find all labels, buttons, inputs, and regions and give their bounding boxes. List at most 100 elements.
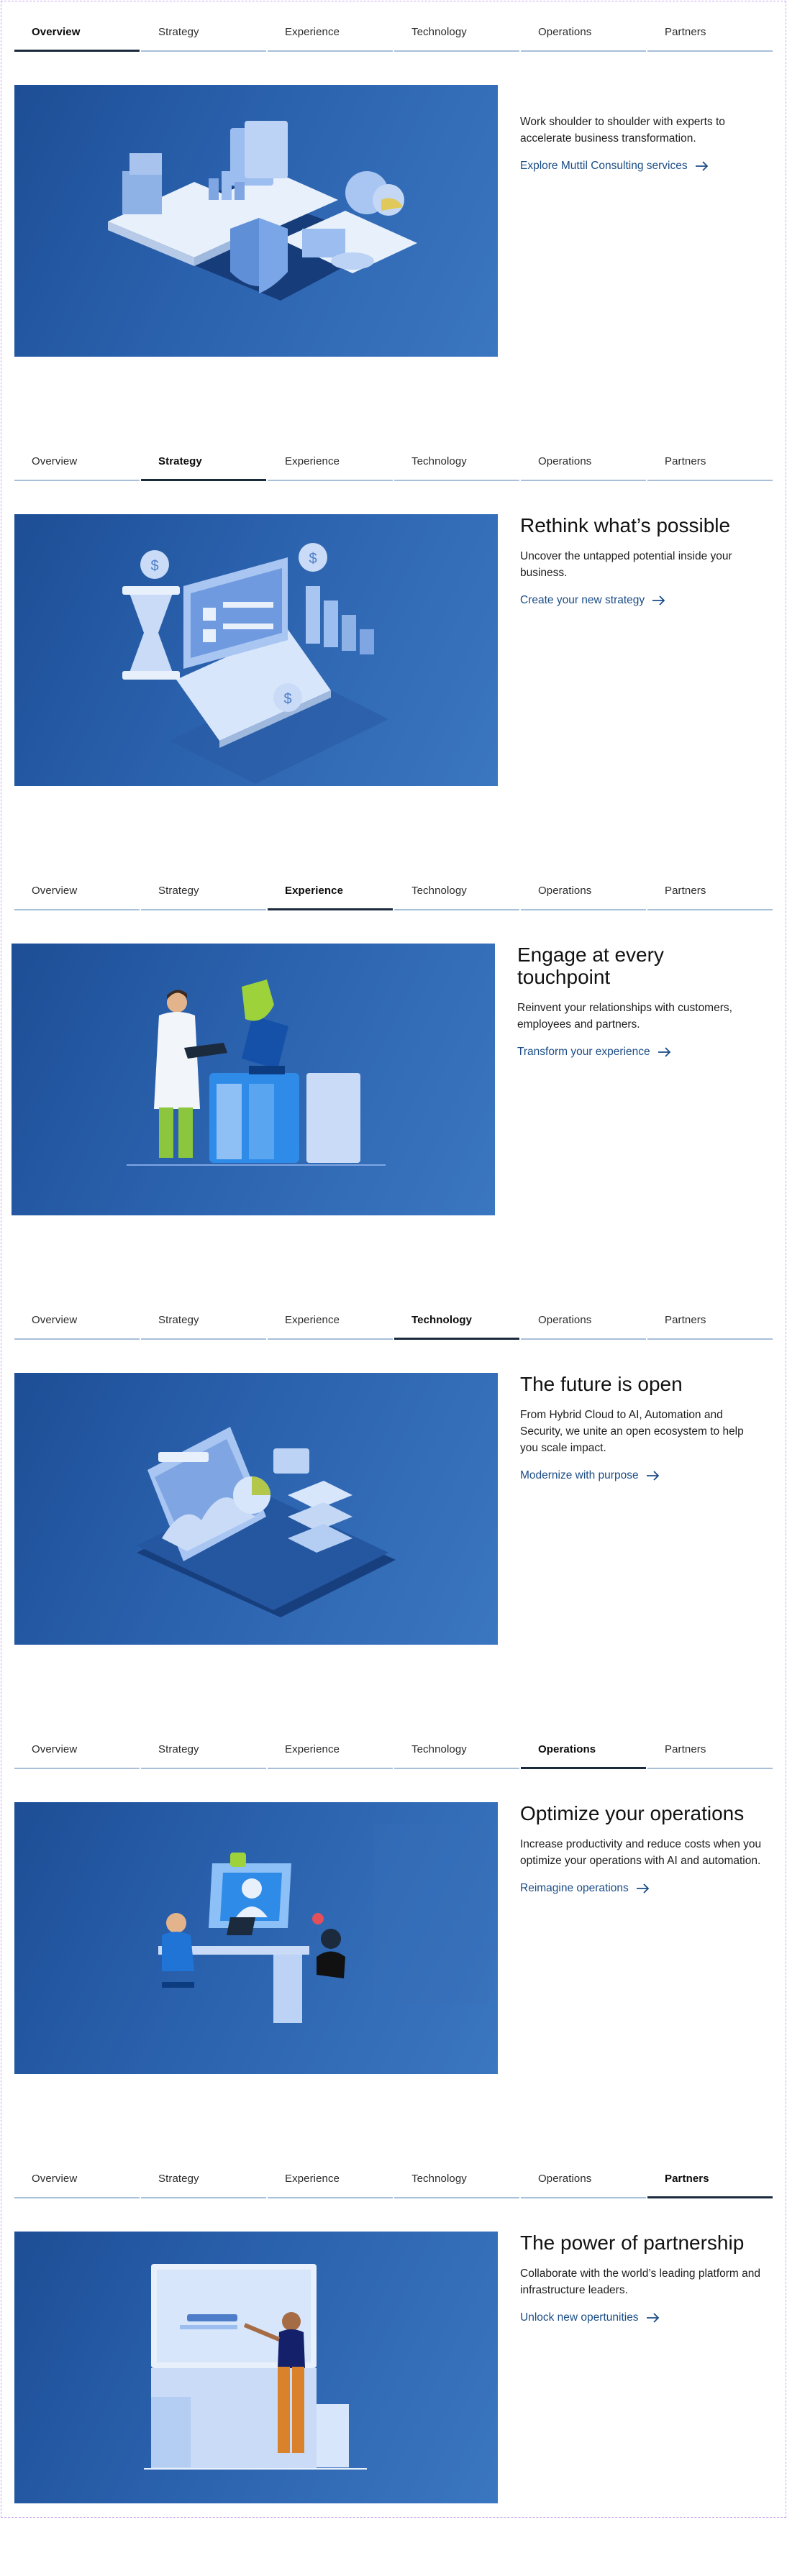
hero-illustration [14, 2232, 498, 2503]
tab-technology[interactable]: Technology [394, 880, 519, 910]
link-label: Unlock new opertunities [520, 2311, 639, 2324]
tab-bar: Overview Strategy Experience Technology … [14, 1310, 773, 1340]
tab-bar: Overview Strategy Experience Technology … [14, 880, 773, 910]
tab-label: Technology [411, 1314, 473, 1326]
tab-technology[interactable]: Technology [394, 22, 519, 52]
tab-technology[interactable]: Technology [394, 1739, 519, 1769]
hero-illustration [14, 85, 498, 357]
section-copy: Work shoulder to shoulder with experts t… [520, 85, 765, 173]
tab-label: Operations [538, 1743, 596, 1755]
section-title: The future is open [520, 1373, 683, 1395]
tab-overview[interactable]: Overview [14, 22, 140, 52]
section-copy: Rethink what’s possible Uncover the unta… [520, 514, 765, 607]
link-label: Reimagine operations [520, 1882, 629, 1894]
tab-partners[interactable]: Partners [647, 1310, 773, 1340]
tab-overview[interactable]: Overview [14, 451, 140, 481]
section-body: Work shoulder to shoulder with experts t… [520, 116, 725, 145]
section-body: From Hybrid Cloud to AI, Automation and … [520, 1409, 744, 1454]
arrow-right-icon [646, 2313, 659, 2323]
hero-illustration: $ $ $ [14, 514, 498, 786]
tab-operations[interactable]: Operations [521, 2168, 646, 2198]
tab-label: Partners [665, 2173, 709, 2185]
tab-partners[interactable]: Partners [647, 2168, 773, 2198]
section-experience: Overview Strategy Experience Technology … [0, 859, 787, 1288]
tab-operations[interactable]: Operations [521, 451, 646, 481]
tab-strategy[interactable]: Strategy [141, 22, 266, 52]
tab-strategy[interactable]: Strategy [141, 451, 266, 481]
tab-strategy[interactable]: Strategy [141, 2168, 266, 2198]
tab-experience[interactable]: Experience [268, 1310, 393, 1340]
tab-label: Operations [538, 885, 592, 897]
tab-overview[interactable]: Overview [14, 1310, 140, 1340]
tab-label: Technology [411, 1743, 467, 1755]
link-label: Explore Muttil Consulting services [520, 160, 688, 172]
tab-label: Strategy [158, 26, 199, 38]
explore-services-link[interactable]: Explore Muttil Consulting services [520, 160, 709, 173]
reimagine-operations-link[interactable]: Reimagine operations [520, 1882, 650, 1895]
tab-partners[interactable]: Partners [647, 22, 773, 52]
tab-label: Partners [665, 885, 706, 897]
section-body: Reinvent your relationships with custome… [517, 1002, 732, 1031]
tab-label: Operations [538, 455, 592, 467]
section-copy: The future is open From Hybrid Cloud to … [520, 1373, 765, 1482]
operations-illustration [158, 1824, 489, 2023]
section-title: The power of partnership [520, 2232, 745, 2254]
tab-label: Strategy [158, 2173, 199, 2185]
tab-partners[interactable]: Partners [647, 451, 773, 481]
tab-operations[interactable]: Operations [521, 22, 646, 52]
section-copy: Optimize your operations Increase produc… [520, 1802, 765, 1895]
tab-technology[interactable]: Technology [394, 1310, 519, 1340]
tab-overview[interactable]: Overview [14, 2168, 140, 2198]
tab-strategy[interactable]: Strategy [141, 1310, 266, 1340]
section-body: Uncover the untapped potential inside yo… [520, 550, 732, 579]
tab-overview[interactable]: Overview [14, 1739, 140, 1769]
tab-label: Partners [665, 455, 706, 467]
tab-label: Overview [32, 26, 81, 38]
tab-label: Overview [32, 2173, 78, 2185]
section-partners: Overview Strategy Experience Technology … [0, 2147, 787, 2576]
section-overview: Overview Strategy Experience Technology … [0, 0, 787, 429]
arrow-right-icon [646, 1471, 659, 1481]
tab-experience[interactable]: Experience [268, 451, 393, 481]
tab-label: Technology [411, 2173, 467, 2185]
section-title: Optimize your operations [520, 1802, 745, 1824]
tab-strategy[interactable]: Strategy [141, 1739, 266, 1769]
arrow-right-icon [695, 161, 708, 171]
svg-text:$: $ [283, 691, 291, 707]
tab-bar: Overview Strategy Experience Technology … [14, 1739, 773, 1769]
tab-label: Strategy [158, 455, 202, 467]
link-label: Create your new strategy [520, 594, 645, 606]
tab-technology[interactable]: Technology [394, 451, 519, 481]
data-platform-illustration [108, 121, 417, 301]
tab-label: Strategy [158, 1743, 199, 1755]
tab-label: Experience [285, 26, 340, 38]
section-body: Increase productivity and reduce costs w… [520, 1838, 762, 1867]
link-label: Modernize with purpose [520, 1469, 639, 1481]
tab-strategy[interactable]: Strategy [141, 880, 266, 910]
tab-experience[interactable]: Experience [268, 880, 393, 910]
tab-label: Strategy [158, 1314, 199, 1326]
tab-operations[interactable]: Operations [521, 1739, 646, 1769]
unlock-opportunities-link[interactable]: Unlock new opertunities [520, 2311, 660, 2324]
tab-experience[interactable]: Experience [268, 1739, 393, 1769]
section-operations: Overview Strategy Experience Technology … [0, 1717, 787, 2147]
hero-illustration [14, 1802, 498, 2074]
tab-overview[interactable]: Overview [14, 880, 140, 910]
tab-label: Partners [665, 1314, 706, 1326]
tab-experience[interactable]: Experience [268, 2168, 393, 2198]
tab-label: Operations [538, 1314, 592, 1326]
tab-operations[interactable]: Operations [521, 880, 646, 910]
tab-label: Overview [32, 1314, 78, 1326]
tab-operations[interactable]: Operations [521, 1310, 646, 1340]
tab-label: Strategy [158, 885, 199, 897]
tab-experience[interactable]: Experience [268, 22, 393, 52]
hero-illustration [14, 1373, 498, 1645]
tab-partners[interactable]: Partners [647, 1739, 773, 1769]
tab-partners[interactable]: Partners [647, 880, 773, 910]
modernize-link[interactable]: Modernize with purpose [520, 1469, 660, 1482]
tab-bar: Overview Strategy Experience Technology … [14, 22, 773, 52]
tab-bar: Overview Strategy Experience Technology … [14, 2168, 773, 2198]
transform-experience-link[interactable]: Transform your experience [517, 1046, 672, 1059]
create-strategy-link[interactable]: Create your new strategy [520, 594, 666, 607]
tab-technology[interactable]: Technology [394, 2168, 519, 2198]
